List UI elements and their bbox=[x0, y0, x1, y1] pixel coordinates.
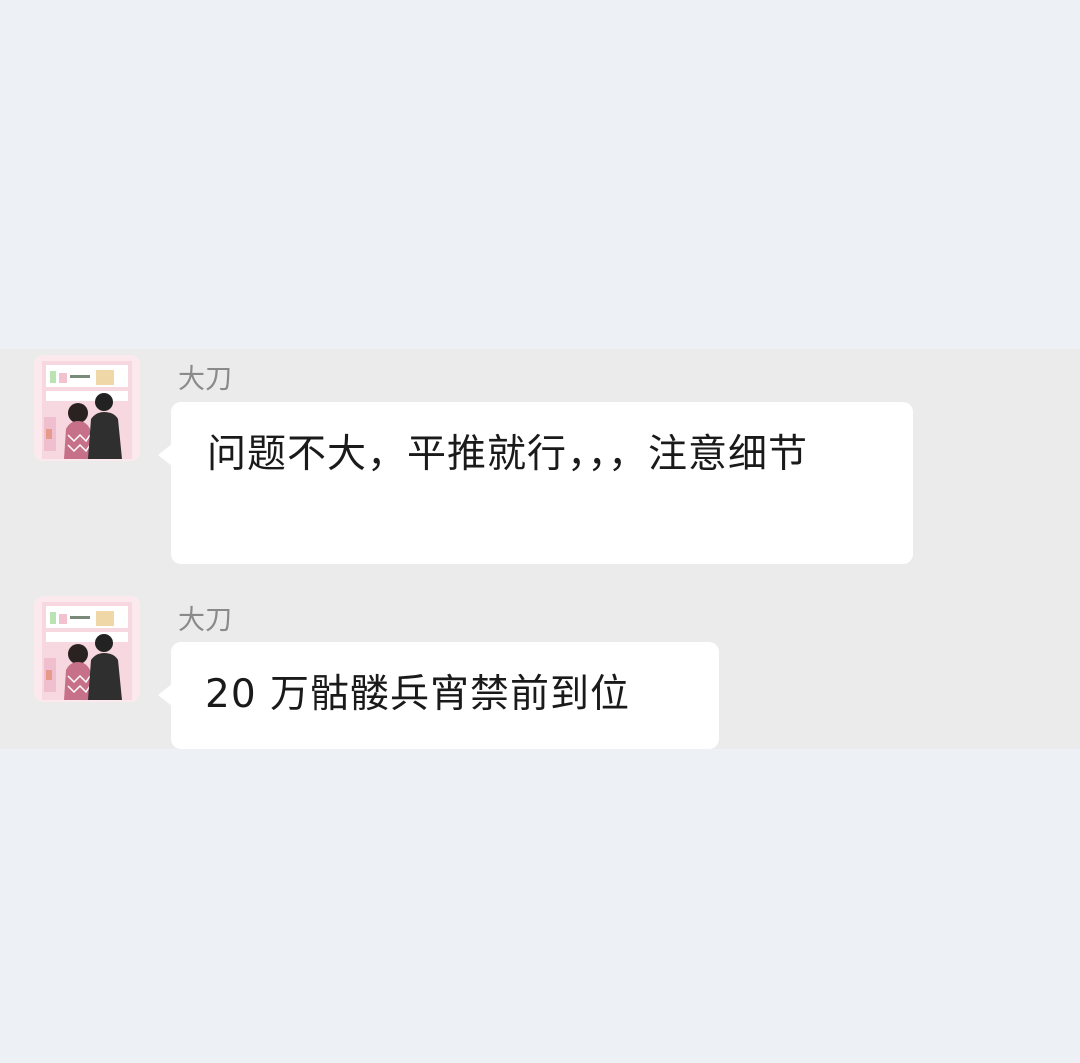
sender-avatar-icon[interactable] bbox=[34, 596, 140, 702]
sender-avatar-icon[interactable] bbox=[34, 355, 140, 461]
message-bubble[interactable]: 问题不大，平推就行，，，注意细节 bbox=[158, 402, 913, 564]
chat-message: 大刀 20 万骷髅兵宵禁前到位 bbox=[0, 590, 1080, 750]
message-bubble[interactable]: 20 万骷髅兵宵禁前到位 bbox=[158, 642, 719, 749]
sender-name: 大刀 bbox=[178, 364, 232, 395]
sender-name: 大刀 bbox=[178, 605, 232, 636]
avatar-illustration bbox=[34, 355, 140, 461]
chat-message: 大刀 问题不大，平推就行，，，注意细节 bbox=[0, 349, 1080, 589]
message-text: 问题不大，平推就行，，，注意细节 bbox=[207, 432, 809, 477]
avatar-illustration bbox=[34, 596, 140, 702]
message-text: 20 万骷髅兵宵禁前到位 bbox=[205, 672, 631, 717]
